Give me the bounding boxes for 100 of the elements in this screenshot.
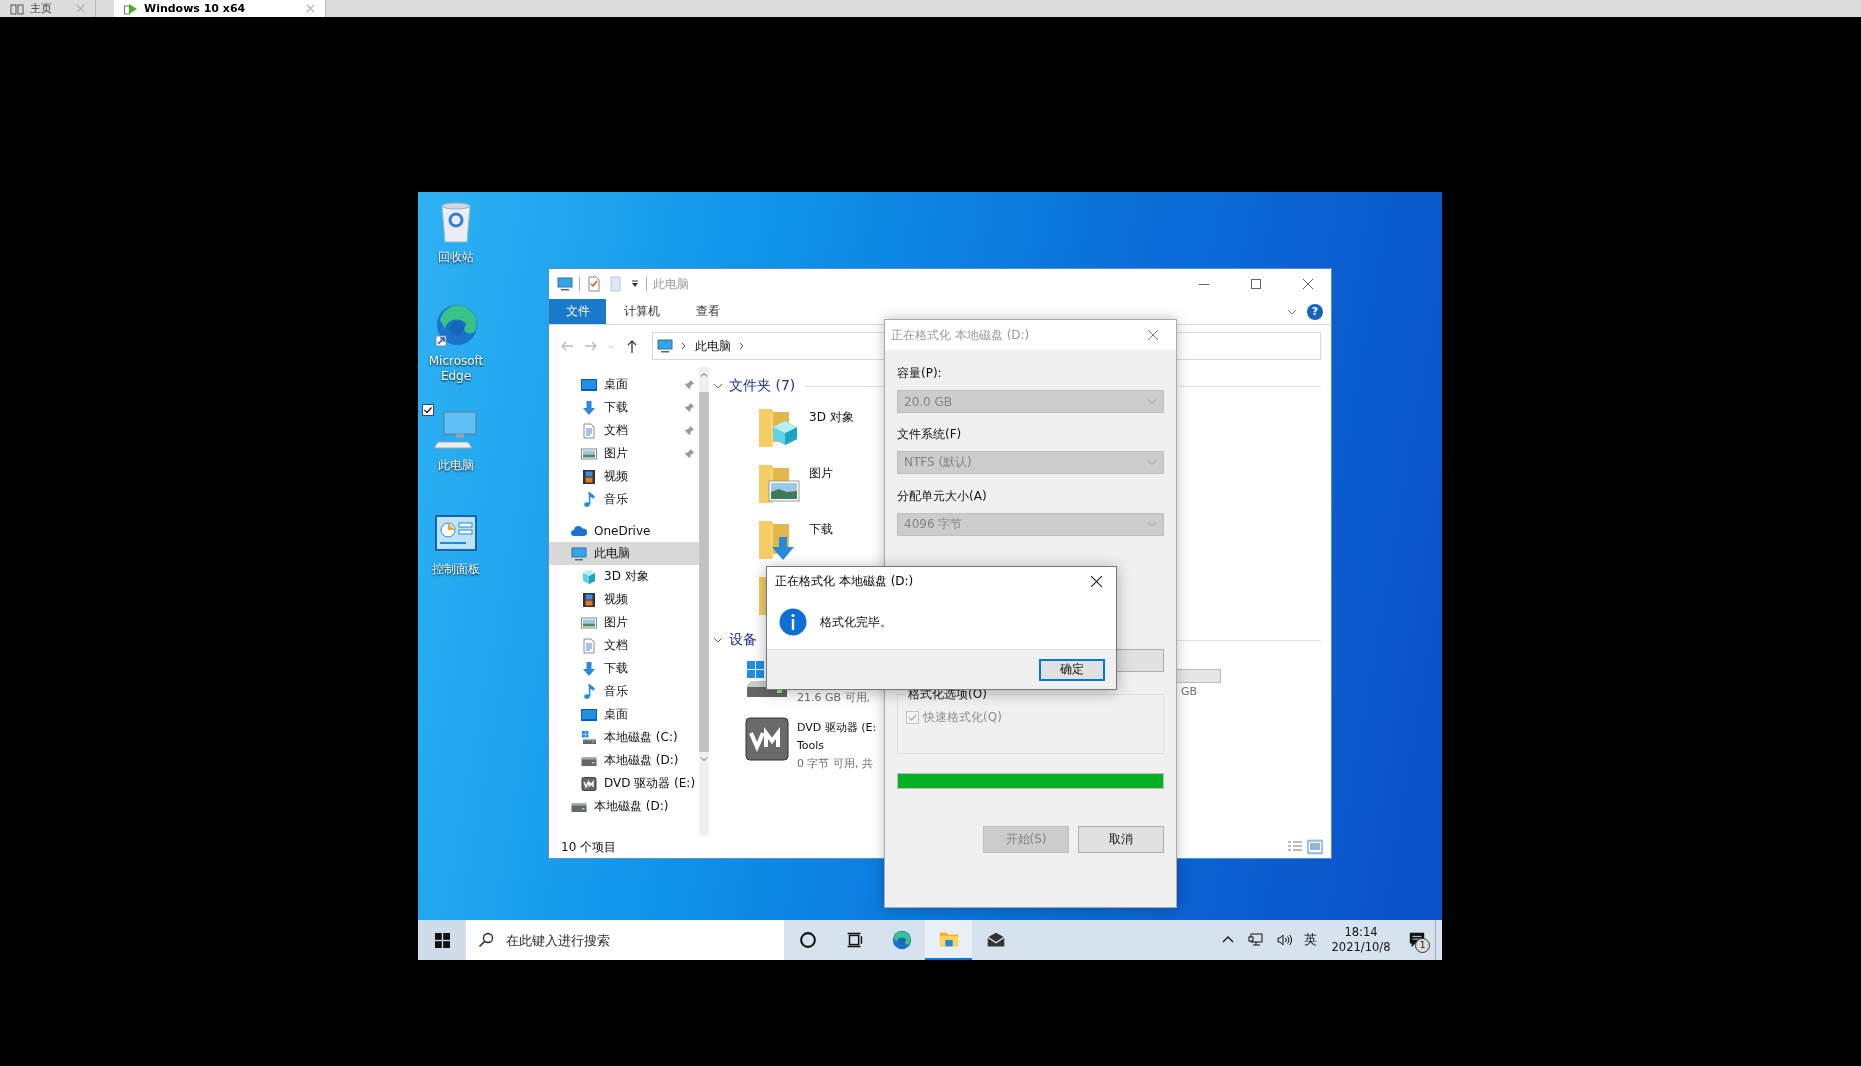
scroll-up-icon[interactable] — [699, 372, 710, 377]
nav-item[interactable]: 图片 — [549, 442, 700, 465]
close-icon[interactable] — [306, 4, 315, 13]
drive-info: Tools — [797, 738, 826, 754]
chevron-right-icon[interactable] — [680, 342, 688, 350]
field-label: 容量(P): — [897, 365, 942, 382]
taskbar-folder-button[interactable] — [925, 920, 972, 960]
close-icon — [1148, 330, 1158, 340]
nav-item[interactable]: 文档 — [549, 634, 700, 657]
nav-item[interactable]: OneDrive — [549, 519, 700, 542]
nav-item[interactable]: 文档 — [549, 419, 700, 442]
scroll-down-icon[interactable] — [699, 757, 710, 762]
nav-item[interactable]: 此电脑 — [549, 542, 700, 565]
cube-icon — [581, 568, 597, 585]
nav-item[interactable]: 3D 对象 — [549, 565, 700, 588]
field-label: 分配单元大小(A) — [897, 488, 987, 505]
info-icon — [779, 608, 807, 636]
volume-icon[interactable] — [1276, 932, 1292, 948]
pin-icon[interactable] — [684, 448, 696, 459]
large-icons-view-icon[interactable] — [1307, 839, 1323, 855]
nav-item[interactable]: 音乐 — [549, 488, 700, 511]
pin-icon[interactable] — [684, 379, 696, 390]
ribbon-tab[interactable]: 查看 — [678, 299, 738, 324]
pin-icon[interactable] — [684, 425, 696, 436]
network-icon[interactable] — [1248, 932, 1264, 948]
dialog-title: 正在格式化 本地磁盘 (D:) — [891, 326, 1030, 344]
drive-icon — [581, 729, 597, 746]
ribbon-tab[interactable]: 文件 — [549, 299, 606, 324]
folder-name[interactable]: 下载 — [809, 521, 833, 538]
help-button[interactable]: ? — [1307, 303, 1323, 320]
checkbox[interactable] — [422, 404, 434, 416]
music-note-icon — [581, 683, 597, 700]
desktop-icon — [581, 706, 597, 723]
search-icon — [478, 932, 494, 948]
pin-icon[interactable] — [684, 402, 696, 413]
drive-info: DVD 驱动器 (E: — [797, 720, 877, 736]
search-field[interactable]: 在此键入进行搜索 — [466, 920, 784, 960]
notification-count: 1 — [1415, 938, 1430, 953]
chevron-down-icon — [1147, 460, 1157, 465]
nav-item[interactable]: 图片 — [549, 611, 700, 634]
nav-item[interactable]: 桌面 — [549, 703, 700, 726]
group-header[interactable]: 文件夹 (7) — [729, 377, 796, 395]
browser-icon[interactable] — [432, 302, 480, 350]
close-icon — [1090, 575, 1102, 587]
collapse-chevron-icon[interactable] — [713, 635, 723, 645]
message-text: 格式化完毕。 — [820, 613, 892, 631]
field-label: 文件系统(F) — [897, 426, 962, 443]
item-count: 10 个项目 — [561, 838, 617, 856]
nav-item[interactable]: 视频 — [549, 588, 700, 611]
nav-item[interactable]: 下载 — [549, 396, 700, 419]
image-icon — [581, 614, 597, 631]
host-tab[interactable]: 主页 — [0, 0, 96, 17]
chevron-right-icon[interactable] — [738, 342, 746, 350]
clock-date[interactable]: 2021/10/8 — [1331, 940, 1391, 955]
music-note-icon — [581, 491, 597, 508]
disc-drive-icon[interactable] — [745, 717, 789, 761]
nav-item[interactable]: DVD 驱动器 (E:) — [549, 772, 700, 795]
dialog-title: 正在格式化 本地磁盘 (D:) — [775, 572, 914, 590]
computer-icon — [557, 276, 573, 292]
download-arrow-icon — [581, 660, 597, 677]
tiles-icon — [10, 2, 24, 15]
ribbon-tab[interactable]: 计算机 — [606, 299, 678, 324]
folder-name[interactable]: 3D 对象 — [809, 409, 854, 426]
download-arrow-icon — [581, 399, 597, 416]
start-button[interactable] — [418, 920, 466, 960]
computer-icon — [571, 545, 587, 562]
folder-name[interactable]: 图片 — [809, 465, 833, 482]
input-method-indicator[interactable]: 英 — [1304, 931, 1317, 949]
drive-info: GB — [1181, 684, 1199, 700]
play-icon — [124, 2, 138, 15]
disc-drive-icon — [581, 775, 597, 792]
dialog-button[interactable]: 取消 — [1078, 826, 1164, 853]
document-icon — [581, 422, 597, 439]
ok-button[interactable]: 确定 — [1039, 658, 1105, 681]
nav-item[interactable]: 桌面 — [549, 373, 700, 396]
nav-item[interactable]: 下载 — [549, 657, 700, 680]
collapse-chevron-icon[interactable] — [713, 381, 723, 391]
breadcrumb[interactable]: 此电脑 — [695, 337, 731, 355]
nav-item[interactable]: 本地磁盘 (C:) — [549, 726, 700, 749]
chevron-down-icon — [1147, 399, 1157, 404]
nav-item[interactable]: 视频 — [549, 465, 700, 488]
clock-time[interactable]: 18:14 — [1344, 925, 1378, 940]
nav-item[interactable]: 本地磁盘 (D:) — [549, 749, 700, 772]
window-title: 此电脑 — [653, 275, 689, 293]
host-tab[interactable]: Windows 10 x64 — [114, 0, 326, 17]
drive-info: 21.6 GB 可用, — [797, 690, 871, 706]
minimize-icon — [1199, 283, 1209, 285]
nav-item[interactable]: 音乐 — [549, 680, 700, 703]
film-icon — [581, 591, 597, 608]
desktop-icon — [581, 376, 597, 393]
scrollbar[interactable] — [699, 367, 710, 836]
nav-item[interactable]: 本地磁盘 (D:) — [549, 795, 700, 818]
checked-document-icon[interactable] — [586, 276, 602, 292]
dropdown-caret-icon[interactable] — [630, 279, 640, 289]
group-header[interactable]: 设备 — [729, 631, 757, 649]
drive-info: 0 字节 可用, 共 — [797, 756, 874, 772]
chevron-down-icon — [1147, 522, 1157, 527]
image-icon — [581, 445, 597, 462]
film-icon — [581, 468, 597, 485]
close-icon — [1303, 279, 1313, 289]
